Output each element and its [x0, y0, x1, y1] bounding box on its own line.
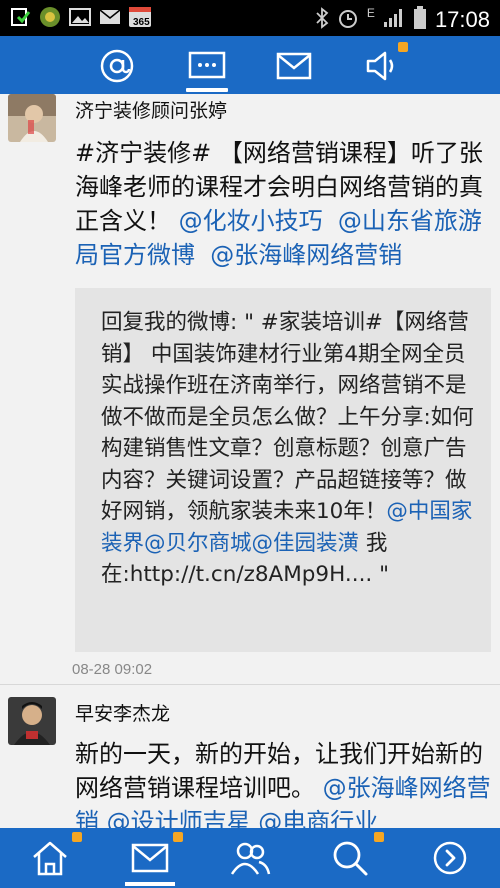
nav-messages[interactable]: [120, 828, 180, 888]
contacts-icon: [230, 842, 271, 875]
comment-icon: [188, 51, 226, 79]
clock-time: 17:08: [434, 7, 490, 32]
mail-icon: [131, 843, 169, 873]
tab-messages[interactable]: [270, 44, 318, 88]
active-nav-indicator: [125, 882, 175, 886]
mention-link[interactable]: @佳园装潢: [252, 531, 360, 556]
nav-home[interactable]: [20, 828, 80, 888]
mention-link[interactable]: @化妆小技巧: [179, 207, 323, 235]
post-text-segment: [195, 241, 210, 269]
network-e-icon: E: [366, 6, 375, 20]
post-timestamp: 08-28 09:02: [72, 661, 153, 678]
app-icon: [38, 5, 62, 29]
mention-link[interactable]: @贝尔商城: [144, 531, 252, 556]
post-text: 新的一天，新的开始，让我们开始新的网络营销课程培训吧。 @张海峰网络营销 @设计…: [75, 737, 491, 828]
post-text-segment: [323, 207, 338, 235]
mention-link[interactable]: @张海峰网络营销: [210, 241, 402, 269]
home-badge: [72, 832, 82, 842]
image-icon: [68, 5, 92, 29]
download-icon: [8, 5, 32, 29]
calendar-365-icon: 365: [128, 5, 152, 29]
nav-more[interactable]: [420, 828, 480, 888]
mention-link[interactable]: @电商行业: [258, 808, 378, 828]
message-icon: [98, 5, 122, 29]
avatar[interactable]: [8, 697, 56, 745]
mention-icon: [100, 49, 134, 83]
timeline-feed[interactable]: 济宁装修顾问张婷 #济宁装修# 【网络营销课程】听了张海峰老师的课程才会明白网络…: [0, 94, 500, 828]
quote-text-segment: 回复我的微博: " #家装培训#【网络营销】 中国装饰建材行业第4期全网全员实战…: [101, 310, 474, 524]
bluetooth-icon: [315, 7, 329, 33]
post-author[interactable]: 济宁装修顾问张婷: [75, 96, 227, 123]
home-icon: [33, 841, 67, 876]
signal-icon: [383, 8, 405, 32]
nav-contacts[interactable]: [220, 828, 280, 888]
avatar[interactable]: [8, 94, 56, 142]
search-icon: [333, 841, 368, 876]
post-text: #济宁装修# 【网络营销课程】听了张海峰老师的课程才会明白网络营销的真正含义！ …: [75, 136, 491, 272]
post-text-segment: [99, 808, 107, 828]
alarm-icon: [337, 7, 359, 33]
speaker-icon: [366, 51, 394, 81]
top-tab-bar: [0, 36, 500, 94]
post-author[interactable]: 早安李杰龙: [75, 699, 170, 726]
quoted-post-text: 回复我的微博: " #家装培训#【网络营销】 中国装饰建材行业第4期全网全员实战…: [101, 307, 475, 591]
nav-search[interactable]: [320, 828, 380, 888]
battery-icon: [413, 6, 427, 34]
mention-link[interactable]: @设计师吉星: [107, 808, 251, 828]
tab-comments[interactable]: [183, 44, 231, 88]
post-divider: [0, 684, 500, 685]
mail-icon: [276, 52, 312, 80]
quoted-post[interactable]: 回复我的微博: " #家装培训#【网络营销】 中国装饰建材行业第4期全网全员实战…: [75, 288, 491, 652]
bottom-nav-bar: [0, 828, 500, 888]
notification-badge: [398, 42, 408, 52]
more-arrow-icon: [433, 841, 467, 875]
calendar-365-label: 365: [133, 17, 150, 28]
search-badge: [374, 832, 384, 842]
status-bar: 365 E 17:08: [0, 0, 500, 36]
tab-mentions[interactable]: [93, 44, 141, 88]
active-tab-indicator: [186, 88, 228, 92]
messages-badge: [173, 832, 183, 842]
